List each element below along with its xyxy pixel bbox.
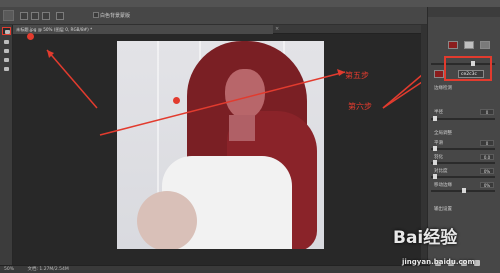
brush-preset-icon[interactable] — [3, 10, 14, 21]
radius-value[interactable]: 0 — [480, 109, 494, 115]
feather-value[interactable]: 0.0 — [480, 154, 494, 160]
panel-tabs[interactable] — [428, 7, 500, 17]
panel-row: 全局调整 — [434, 131, 452, 136]
photo — [117, 41, 324, 249]
refine-edge-tool[interactable] — [2, 38, 11, 46]
menu-bar — [0, 0, 500, 7]
new-selection-icon[interactable] — [20, 12, 28, 20]
slider-knob[interactable] — [433, 116, 437, 121]
smooth-value[interactable]: 0 — [480, 140, 494, 146]
shift-edge-value[interactable]: 0% — [480, 182, 494, 188]
preview-swatch[interactable] — [448, 41, 458, 49]
step5-annotation: 第五步 — [345, 71, 369, 80]
subtract-selection-icon[interactable] — [42, 12, 50, 20]
marker-badge — [27, 33, 34, 40]
color-highlight-box — [444, 56, 492, 81]
tool-panel — [0, 25, 13, 265]
shift-edge-slider[interactable] — [431, 188, 495, 193]
document-tab[interactable]: 未标题.jpg @ 50% (图层 0, RGB/8#) * — [13, 25, 273, 34]
document-info: 文档: 1.27M/2.54M — [27, 267, 69, 272]
slider-knob[interactable] — [433, 160, 437, 165]
feather-slider[interactable] — [431, 160, 495, 165]
marker-badge — [173, 97, 180, 104]
neck — [229, 115, 255, 141]
hand-icon — [4, 58, 9, 62]
lasso-tool[interactable] — [2, 47, 11, 55]
zoom-level: 50% — [4, 267, 15, 272]
checkbox-label: 白色背景蒙版 — [100, 13, 131, 19]
close-icon[interactable]: × — [275, 26, 279, 32]
slider-knob[interactable] — [462, 188, 466, 193]
zoom-tool[interactable] — [2, 65, 11, 73]
lasso-icon — [4, 49, 9, 53]
quick-selection-tool[interactable] — [2, 27, 11, 35]
slider-knob[interactable] — [433, 174, 437, 179]
arm — [137, 191, 197, 249]
brush-size-icon[interactable] — [56, 12, 64, 20]
watermark-url: jingyan.baidu.com — [402, 258, 475, 266]
zoom-icon — [4, 67, 9, 71]
color-swatch[interactable] — [434, 70, 444, 78]
face — [225, 69, 265, 119]
slider-knob[interactable] — [433, 146, 437, 151]
quick-selection-icon — [5, 30, 10, 34]
watermark-logo: Bai经验 — [393, 228, 458, 248]
preview-swatch-alt[interactable] — [464, 41, 474, 49]
contrast-value[interactable]: 0% — [480, 168, 494, 174]
panel-row: 输出设置 — [434, 207, 452, 212]
step6-annotation: 第六步 — [348, 102, 372, 111]
checkbox[interactable] — [93, 12, 99, 18]
preview-swatch-alt[interactable] — [480, 41, 490, 49]
brush-icon — [4, 40, 9, 44]
status-bar: 50% 文档: 1.27M/2.54M — [0, 265, 430, 273]
contrast-slider[interactable] — [431, 174, 495, 179]
options-bar: 白色背景蒙版 — [0, 7, 500, 25]
radius-slider[interactable] — [431, 116, 495, 121]
hand-tool[interactable] — [2, 56, 11, 64]
add-selection-icon[interactable] — [31, 12, 39, 20]
smooth-slider[interactable] — [431, 146, 495, 151]
document-tab-bar: 未标题.jpg @ 50% (图层 0, RGB/8#) * × — [13, 25, 421, 34]
panel-row: 边缘检测 — [434, 86, 452, 91]
